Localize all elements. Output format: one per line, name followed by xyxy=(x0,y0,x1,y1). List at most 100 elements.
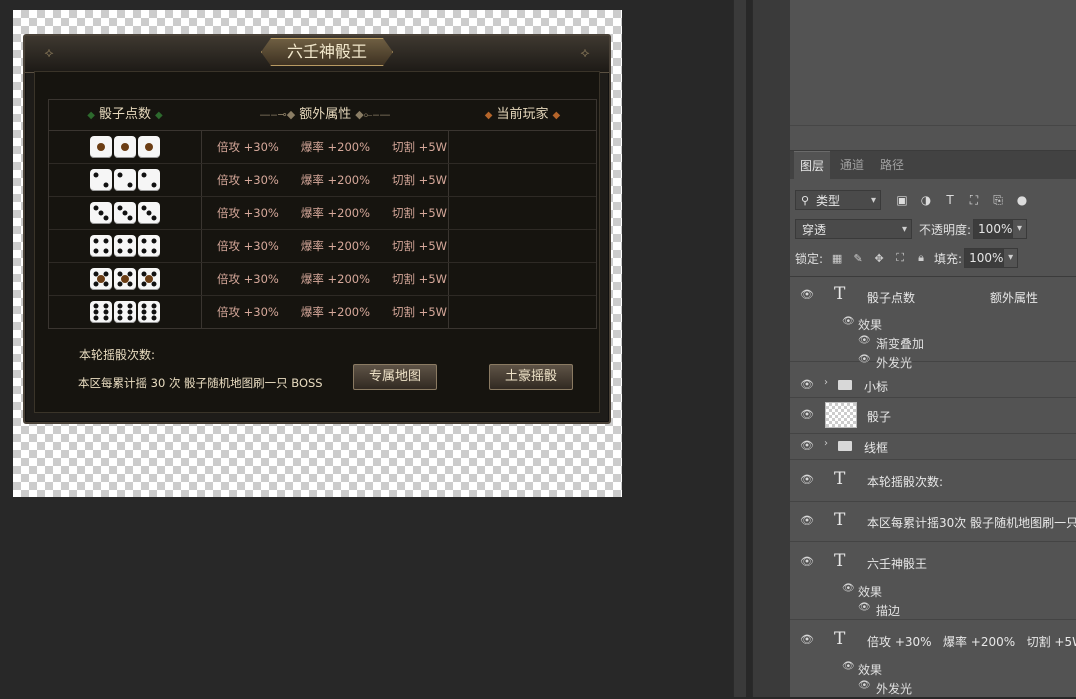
die-face-6 xyxy=(138,301,160,323)
die-pip xyxy=(151,303,157,309)
die-pip xyxy=(151,182,157,188)
attr-value: 爆率 +200% xyxy=(300,173,371,187)
opacity-label: 不透明度: xyxy=(919,222,972,237)
eye-icon[interactable]: 👁︎ xyxy=(800,408,814,421)
eye-icon[interactable]: 👁︎ xyxy=(800,439,814,452)
layer-row[interactable]: 👁︎ T 六壬神骰王 👁︎ 效果 👁︎ 描边 xyxy=(790,541,1076,620)
die-pip xyxy=(117,248,123,254)
attrs-cell: 倍攻 +30% 爆率 +200% 切割 +5W xyxy=(202,296,449,328)
layer-list: 👁︎ T 骰子点数 额外属性 👁︎ 效果 👁︎ 渐变叠加 👁︎ 外发光 👁︎ ›… xyxy=(790,276,1076,697)
text-layer-icon: T xyxy=(834,510,846,530)
eye-icon[interactable]: 👁︎ xyxy=(858,602,871,613)
die-face-5 xyxy=(114,268,136,290)
die-face-3 xyxy=(114,202,136,224)
chevron-right-icon[interactable]: › xyxy=(824,377,828,388)
eye-icon[interactable]: 👁︎ xyxy=(800,378,814,391)
layer-thumbnail xyxy=(825,402,857,428)
filter-row: ⚲ 类型 ▾ ▣ ◑ T ⛶ ⎘ ● xyxy=(795,189,1076,211)
layer-row[interactable]: 👁︎ T 本轮摇骰次数: xyxy=(790,459,1076,502)
layer-row[interactable]: 👁︎ T 骰子点数 额外属性 👁︎ 效果 👁︎ 渐变叠加 👁︎ 外发光 xyxy=(790,277,1076,370)
lock-artboard-icon[interactable]: ⛶ xyxy=(892,251,908,265)
diamond-orange-icon: ◆ xyxy=(484,110,493,121)
eye-icon[interactable]: 👁︎ xyxy=(800,514,814,527)
eye-icon[interactable]: 👁︎ xyxy=(858,335,871,346)
scrollbar-strip[interactable] xyxy=(733,0,746,697)
blend-row: 穿透 ▾ 不透明度: 100% ▾ xyxy=(795,218,1076,240)
die-pip xyxy=(103,182,109,188)
opacity-dropdown-icon[interactable]: ▾ xyxy=(1013,219,1028,239)
effect-name: 渐变叠加 xyxy=(876,337,925,351)
die-pip xyxy=(141,238,147,244)
die-pip xyxy=(122,210,128,216)
effect-name: 外发光 xyxy=(876,356,913,370)
eye-icon[interactable]: 👁︎ xyxy=(858,354,871,365)
die-pip xyxy=(117,238,123,244)
attrs-cell: 倍攻 +30% 爆率 +200% 切割 +5W xyxy=(202,263,449,295)
die-face-1 xyxy=(114,136,136,158)
text-layer-icon: T xyxy=(834,469,846,489)
dice-cell xyxy=(49,164,202,196)
ornament-line-icon: —‒⊸◆ xyxy=(259,108,296,121)
layer-row[interactable]: 👁︎ T 倍攻 +30% 爆率 +200% 切割 +5W 👁︎ 效果 👁︎ 外发… xyxy=(790,619,1076,699)
die-pip xyxy=(141,309,147,315)
rich-roll-button[interactable]: 土豪摇骰 xyxy=(489,364,573,390)
table-row: 倍攻 +30% 爆率 +200% 切割 +5W xyxy=(49,296,596,328)
tab-channels[interactable]: 通道 xyxy=(834,151,870,179)
die-pip xyxy=(103,248,109,254)
text-layer-icon: T xyxy=(834,629,846,649)
layer-name: 骰子点数 xyxy=(867,291,916,305)
filter-toggle-icon[interactable]: ● xyxy=(1013,191,1031,209)
lock-transparency-icon[interactable]: ▦ xyxy=(829,252,845,265)
eye-icon[interactable]: 👁︎ xyxy=(858,680,871,691)
exclusive-map-button[interactable]: 专属地图 xyxy=(353,364,437,390)
shape-filter-icon[interactable]: ⛶ xyxy=(965,191,983,209)
layer-name: 小标 xyxy=(864,380,889,394)
attrs-cell: 倍攻 +30% 爆率 +200% 切割 +5W xyxy=(202,131,449,163)
eye-icon[interactable]: 👁︎ xyxy=(800,473,814,486)
tab-paths[interactable]: 路径 xyxy=(874,151,910,179)
eye-icon[interactable]: 👁︎ xyxy=(842,316,855,327)
boss-description: 本区每累计摇 30 次 骰子随机地图刷一只 BOSS xyxy=(78,376,323,390)
lock-all-icon[interactable]: 🔒︎ xyxy=(913,251,929,265)
die-pip xyxy=(117,315,123,321)
fill-input[interactable]: 100% xyxy=(964,248,1005,268)
layer-row[interactable]: 👁︎ T 本区每累计摇30次 骰子随机地图刷一只 xyxy=(790,501,1076,542)
opacity-input[interactable]: 100% xyxy=(973,219,1014,239)
attr-value: 切割 +5W xyxy=(392,173,448,187)
die-pip xyxy=(145,143,153,151)
eye-icon[interactable]: 👁︎ xyxy=(800,633,814,646)
die-pip xyxy=(127,182,133,188)
blend-mode-select[interactable]: 穿透 ▾ xyxy=(795,219,912,239)
attr-value: 爆率 +200% xyxy=(300,305,371,319)
die-face-2 xyxy=(138,169,160,191)
layer-name: 骰子 xyxy=(867,410,892,424)
chevron-right-icon[interactable]: › xyxy=(824,438,828,449)
tab-layers[interactable]: 图层 xyxy=(794,151,831,179)
dice-table: ◆ 骰子点数 ◆ —‒⊸◆ 额外属性 ◆⟜‒— ◆ 当前玩家 ◆ 倍攻 +30% 爆率 +20… xyxy=(48,99,597,329)
attr-value: 倍攻 +30% xyxy=(217,206,279,220)
smart-object-filter-icon[interactable]: ⎘ xyxy=(989,191,1007,209)
dice-cell xyxy=(49,230,202,262)
eye-icon[interactable]: 👁︎ xyxy=(842,583,855,594)
eye-icon[interactable]: 👁︎ xyxy=(800,288,814,301)
header-label: 骰子点数 xyxy=(98,107,151,122)
eye-icon[interactable]: 👁︎ xyxy=(800,555,814,568)
layer-name: 本区每累计摇30次 骰子随机地图刷一只 xyxy=(867,516,1076,530)
attr-value: 切割 +5W xyxy=(392,239,448,253)
image-filter-icon[interactable]: ▣ xyxy=(893,191,911,209)
adjustment-filter-icon[interactable]: ◑ xyxy=(917,191,935,209)
panel-tabs: 图层 通道 路径 xyxy=(790,151,1076,179)
die-pip xyxy=(141,205,147,211)
layer-row[interactable]: 👁︎ 骰子 xyxy=(790,397,1076,434)
fill-dropdown-icon[interactable]: ▾ xyxy=(1004,248,1019,268)
lock-paint-icon[interactable]: ✎ xyxy=(850,252,866,265)
layer-name: 本轮摇骰次数: xyxy=(867,475,944,489)
panel-title: 六壬神骰王 xyxy=(261,38,393,66)
layer-row[interactable]: 👁︎ › 线框 xyxy=(790,433,1076,460)
layer-row[interactable]: 👁︎ › 小标 xyxy=(790,373,1076,398)
eye-icon[interactable]: 👁︎ xyxy=(842,661,855,672)
layer-kind-filter[interactable]: ⚲ 类型 ▾ xyxy=(795,190,881,210)
type-filter-icon[interactable]: T xyxy=(941,191,959,209)
die-pip xyxy=(151,215,157,221)
lock-position-icon[interactable]: ✥ xyxy=(871,252,887,265)
